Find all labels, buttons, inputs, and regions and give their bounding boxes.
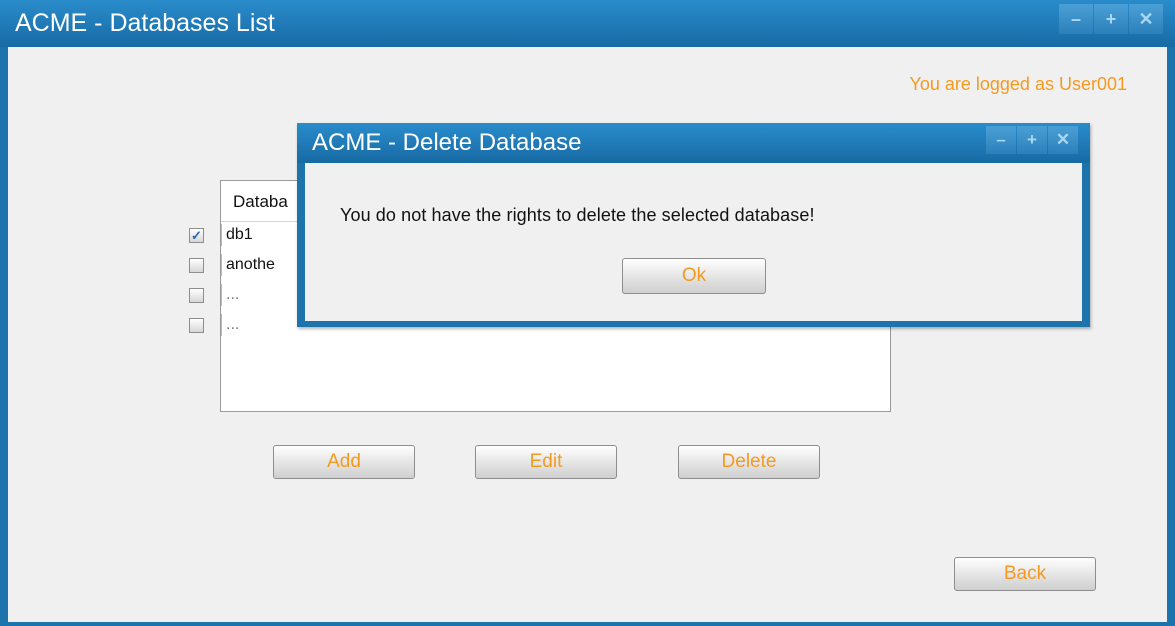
dialog-message: You do not have the rights to delete the… <box>340 205 815 225</box>
edit-button[interactable]: Edit <box>475 445 617 479</box>
list-item-label: anothe <box>221 254 275 276</box>
close-icon[interactable]: ✕ <box>1048 126 1078 154</box>
add-button[interactable]: Add <box>273 445 415 479</box>
maximize-icon[interactable]: + <box>1017 126 1047 154</box>
ok-button[interactable]: Ok <box>622 258 766 294</box>
dialog-titlebar[interactable]: ACME - Delete Database – + ✕ <box>297 123 1090 163</box>
list-item-label: db1 <box>221 224 253 246</box>
list-item-label: ... <box>221 314 239 336</box>
row-checkbox[interactable] <box>189 258 204 273</box>
minimize-icon[interactable]: – <box>1059 4 1093 34</box>
dialog-title: ACME - Delete Database <box>312 129 582 156</box>
main-titlebar[interactable]: ACME - Databases List – + ✕ <box>0 0 1175 47</box>
main-window-title: ACME - Databases List <box>15 9 275 37</box>
row-checkbox[interactable] <box>189 318 204 333</box>
login-status: You are logged as User001 <box>909 74 1128 94</box>
back-button[interactable]: Back <box>954 557 1096 591</box>
list-column-header: Databa <box>233 192 288 211</box>
row-checkbox[interactable] <box>189 288 204 303</box>
main-window-controls: – + ✕ <box>1058 4 1163 34</box>
dialog-window-controls: – + ✕ <box>985 126 1078 154</box>
close-icon[interactable]: ✕ <box>1129 4 1163 34</box>
maximize-icon[interactable]: + <box>1094 4 1128 34</box>
delete-database-dialog: ACME - Delete Database – + ✕ You do not … <box>297 123 1090 327</box>
delete-button[interactable]: Delete <box>678 445 820 479</box>
list-item-label: ... <box>221 284 239 306</box>
minimize-icon[interactable]: – <box>986 126 1016 154</box>
row-checkbox[interactable]: ✓ <box>189 228 204 243</box>
